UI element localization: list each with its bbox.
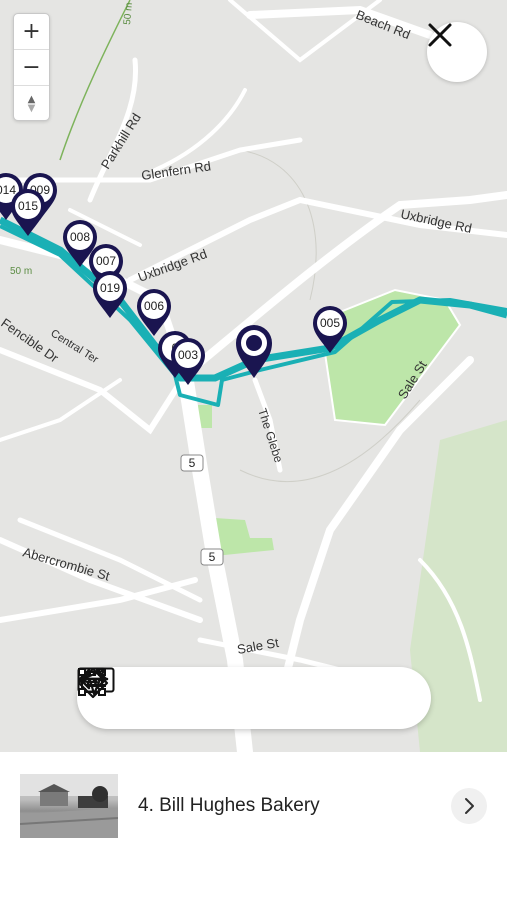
compass-icon-south: ▼ xyxy=(27,102,36,114)
road-label: The Glebe xyxy=(255,407,286,465)
next-button[interactable] xyxy=(77,668,412,718)
road-label: Uxbridge Rd xyxy=(136,246,209,285)
road-label: Beach Rd xyxy=(354,7,413,42)
pin-label: 007 xyxy=(96,254,116,268)
stop-title: 4. Bill Hughes Bakery xyxy=(138,795,320,816)
arrow-right-icon xyxy=(77,668,108,690)
road-label: Uxbridge Rd xyxy=(399,206,473,236)
zoom-in-button[interactable]: + xyxy=(14,14,49,50)
pin-label: 019 xyxy=(100,281,120,295)
park-area xyxy=(215,518,274,556)
close-button[interactable] xyxy=(427,22,487,82)
historic-photo xyxy=(20,774,118,838)
road-label: Glenfern Rd xyxy=(140,158,211,183)
svg-text:5: 5 xyxy=(189,456,196,470)
svg-text:5: 5 xyxy=(209,550,216,564)
stop-detail-button[interactable] xyxy=(451,788,487,824)
contour-label: 50 m xyxy=(10,266,32,277)
compass-button[interactable]: ▲ ▼ xyxy=(14,86,49,121)
fit-bounds-button[interactable] xyxy=(78,668,247,718)
map-canvas[interactable]: Beach Rd Parkhill Rd Glenfern Rd Uxbridg… xyxy=(0,0,507,752)
pin-label: 008 xyxy=(70,230,90,244)
map-toolbar xyxy=(77,667,431,729)
pin-label: 015 xyxy=(18,199,38,213)
chevron-right-icon xyxy=(465,798,474,814)
close-icon xyxy=(428,23,452,47)
route-shield: 5 xyxy=(180,454,204,472)
contour-label: 50 m xyxy=(122,2,135,25)
pin-label: 014 xyxy=(0,183,16,197)
zoom-control: + − ▲ ▼ xyxy=(13,13,50,121)
locate-button[interactable] xyxy=(78,668,302,718)
road-label: Parkhill Rd xyxy=(98,110,144,171)
pin-label: 006 xyxy=(144,299,164,313)
pin-label: 003 xyxy=(178,348,198,362)
stop-panel: 4. Bill Hughes Bakery xyxy=(0,752,507,900)
road-label: Fencible Dr xyxy=(0,315,62,366)
pin-label: 005 xyxy=(320,316,340,330)
stop-thumbnail xyxy=(20,774,118,838)
directions-button[interactable] xyxy=(77,667,357,718)
zoom-out-button[interactable]: − xyxy=(14,50,49,86)
stop-item[interactable]: 4. Bill Hughes Bakery xyxy=(20,774,487,838)
keyboard-button[interactable] xyxy=(77,667,192,718)
map-svg: Beach Rd Parkhill Rd Glenfern Rd Uxbridg… xyxy=(0,0,507,752)
route-shield: 5 xyxy=(200,548,224,566)
